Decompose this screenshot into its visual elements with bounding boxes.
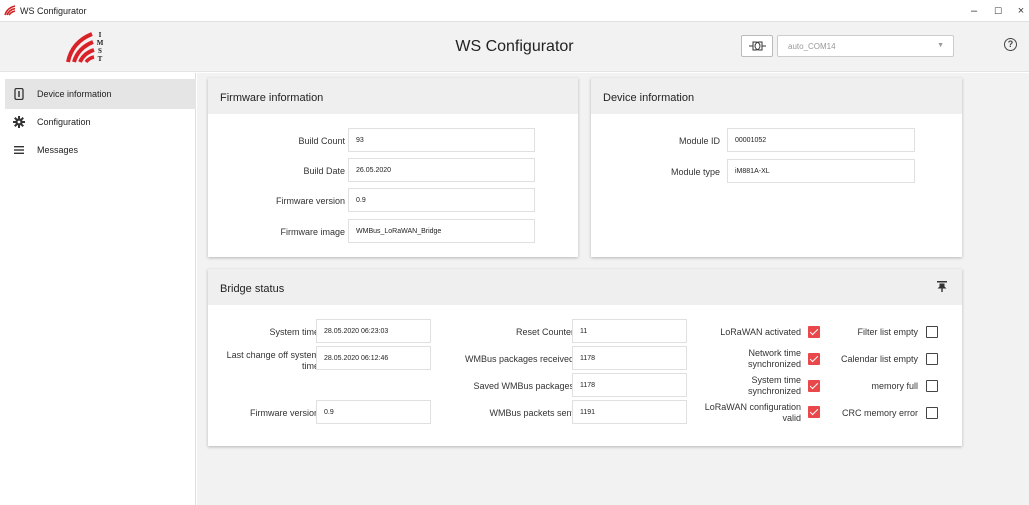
build-date-field: 26.05.2020 <box>348 158 535 182</box>
module-type-field: iM881A-XL <box>727 159 915 183</box>
calendar-list-empty-label: Calendar list empty <box>840 354 918 364</box>
build-date-value: 26.05.2020 <box>356 167 392 174</box>
lorawan-configuration-valid-label: LoRaWAN configuration valid <box>705 402 801 424</box>
wmbus-received-field: 1178 <box>572 346 687 370</box>
build-count-field: 93 <box>348 128 535 152</box>
system-time-synchronized-label: System time synchronized <box>748 375 801 397</box>
lorawan-activated-checkbox[interactable] <box>808 326 820 338</box>
crc-memory-error-checkbox[interactable] <box>926 407 938 419</box>
last-change-system-time-value: 28.05.2020 06:12:46 <box>324 355 389 362</box>
firmware-image-field: WMBus_LoRaWAN_Bridge <box>348 219 535 243</box>
label-line: Last change off system <box>226 350 319 360</box>
label-line: LoRaWAN configuration <box>704 402 801 412</box>
last-change-system-time-label: Last change off system time <box>227 350 319 372</box>
bridge-firmware-version-value: 0.9 <box>324 409 334 416</box>
sidebar-item-messages[interactable]: Messages <box>5 135 196 165</box>
firmware-version-label: Firmware version <box>275 196 345 206</box>
sidebar-item-label: Configuration <box>37 117 91 127</box>
wmbus-sent-label: WMBus packets sent <box>489 408 574 418</box>
panel-title: Device information <box>603 92 695 104</box>
build-date-label: Build Date <box>303 166 345 176</box>
system-time-label: System time <box>269 327 319 337</box>
list-icon <box>14 146 24 154</box>
label-line: valid <box>782 413 801 423</box>
panel-title: Bridge status <box>220 283 285 295</box>
app-logo-icon <box>4 5 16 16</box>
wmbus-sent-value: 1191 <box>580 409 596 416</box>
pin-icon[interactable] <box>937 281 947 292</box>
module-type-label: Module type <box>670 167 720 177</box>
bridge-status-panel: Bridge status System time 28.05.2020 06:… <box>208 269 962 446</box>
firmware-version-field: 0.9 <box>348 188 535 212</box>
svg-text:T: T <box>98 55 103 63</box>
network-time-synchronized-label: Network time synchronized <box>748 348 801 370</box>
saved-wmbus-value: 1178 <box>580 382 596 389</box>
help-icon[interactable]: ? <box>1004 38 1017 51</box>
build-count-value: 93 <box>356 137 364 144</box>
network-time-synchronized-checkbox[interactable] <box>808 353 820 365</box>
device-information-panel: Device information Module ID 00001052 Mo… <box>591 78 962 257</box>
module-id-label: Module ID <box>678 136 720 146</box>
wmbus-received-value: 1178 <box>580 355 596 362</box>
window-titlebar: WS Configurator – ☐ × <box>0 0 1029 22</box>
gear-icon <box>13 116 25 128</box>
reset-counter-value: 11 <box>580 328 588 335</box>
maximize-button[interactable]: ☐ <box>990 3 1006 19</box>
system-time-field: 28.05.2020 06:23:03 <box>316 319 431 343</box>
panel-header: Firmware information <box>208 78 578 114</box>
memory-full-checkbox[interactable] <box>926 380 938 392</box>
lorawan-configuration-valid-checkbox[interactable] <box>808 406 820 418</box>
bridge-firmware-version-label: Firmware version <box>249 408 319 418</box>
sidebar-item-label: Messages <box>37 145 79 155</box>
window-title: WS Configurator <box>20 6 87 16</box>
port-select-value: auto_COM14 <box>788 42 836 51</box>
bridge-firmware-version-field: 0.9 <box>316 400 431 424</box>
filter-list-empty-label: Filter list empty <box>857 327 918 337</box>
build-count-label: Build Count <box>298 136 345 146</box>
chevron-down-icon: ▼ <box>937 42 944 49</box>
firmware-version-value: 0.9 <box>356 197 366 204</box>
module-type-value: iM881A-XL <box>735 168 770 175</box>
firmware-information-panel: Firmware information Build Count 93 Buil… <box>208 78 578 257</box>
module-id-value: 00001052 <box>735 137 767 144</box>
module-id-field: 00001052 <box>727 128 915 152</box>
calendar-list-empty-checkbox[interactable] <box>926 353 938 365</box>
main-content: Firmware information Build Count 93 Buil… <box>197 73 1029 505</box>
plug-icon <box>749 41 766 51</box>
label-line: synchronized <box>747 386 801 396</box>
minimize-button[interactable]: – <box>966 3 982 19</box>
lorawan-activated-label: LoRaWAN activated <box>720 327 801 337</box>
wmbus-received-label: WMBus packages received <box>464 354 574 364</box>
saved-wmbus-label: Saved WMBus packages <box>473 381 574 391</box>
label-line: Network time <box>748 348 801 358</box>
label-line: synchronized <box>747 359 801 369</box>
filter-list-empty-checkbox[interactable] <box>926 326 938 338</box>
panel-header: Bridge status <box>208 269 962 305</box>
sidebar-item-configuration[interactable]: Configuration <box>5 107 196 137</box>
port-select[interactable]: auto_COM14 ▼ <box>777 35 954 57</box>
system-time-value: 28.05.2020 06:23:03 <box>324 328 389 335</box>
sidebar-item-device-information[interactable]: Device information <box>5 79 196 109</box>
connect-button[interactable] <box>741 35 773 57</box>
sidebar-item-label: Device information <box>37 89 112 99</box>
system-time-synchronized-checkbox[interactable] <box>808 380 820 392</box>
memory-full-label: memory full <box>871 381 918 391</box>
reset-counter-label: Reset Counter <box>515 327 574 337</box>
saved-wmbus-field: 1178 <box>572 373 687 397</box>
app-header: I M S T WS Configurator auto_COM14 ▼ ? <box>0 22 1029 72</box>
info-icon <box>14 88 24 100</box>
panel-header: Device information <box>591 78 962 114</box>
crc-memory-error-label: CRC memory error <box>841 408 918 418</box>
firmware-image-label: Firmware image <box>280 227 345 237</box>
wmbus-sent-field: 1191 <box>572 400 687 424</box>
panel-title: Firmware information <box>220 92 324 104</box>
reset-counter-field: 11 <box>572 319 687 343</box>
close-button[interactable]: × <box>1013 3 1029 19</box>
label-line: System time <box>751 375 801 385</box>
last-change-system-time-field: 28.05.2020 06:12:46 <box>316 346 431 370</box>
firmware-image-value: WMBus_LoRaWAN_Bridge <box>356 228 442 235</box>
sidebar: Device information Configuration Message… <box>0 73 196 505</box>
